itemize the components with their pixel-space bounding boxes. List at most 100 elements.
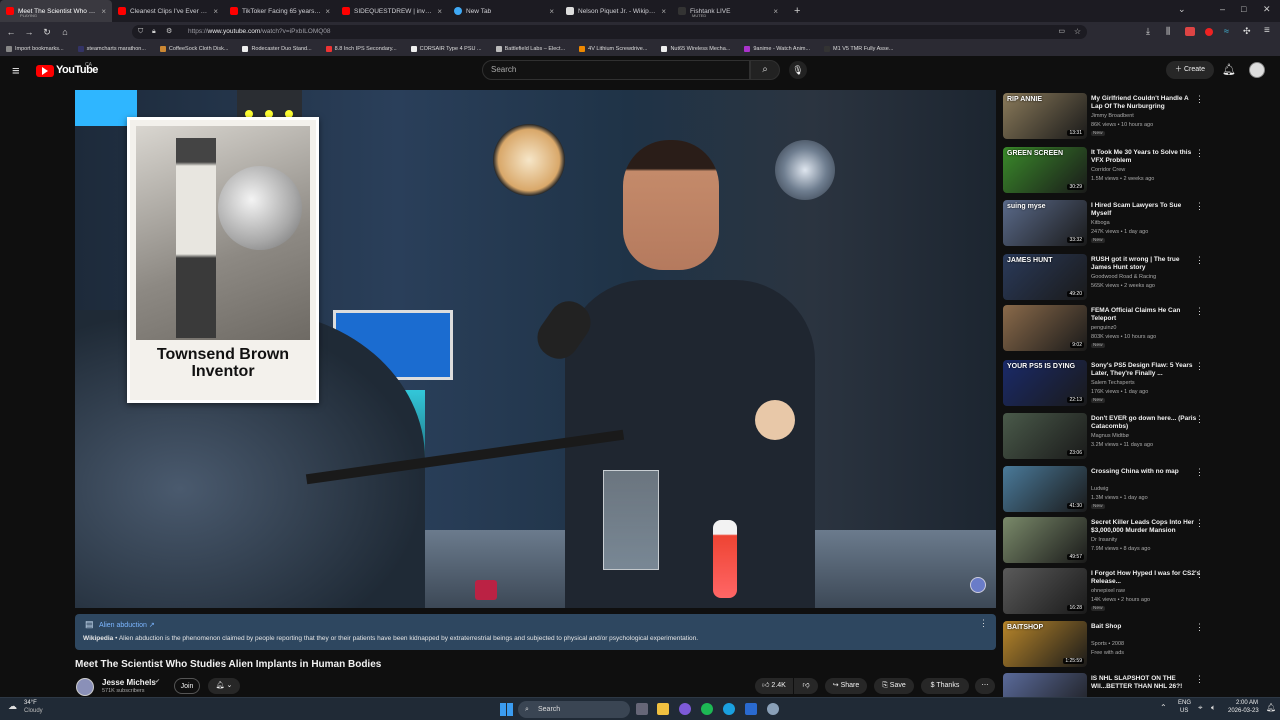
network-icon[interactable]: ⌖ [1198, 703, 1203, 713]
voice-search-button[interactable]: 🎙︎ [789, 61, 807, 79]
reload-icon[interactable]: ↻ [38, 27, 56, 38]
more-options-icon[interactable]: ⋮ [1195, 306, 1204, 317]
more-options-icon[interactable]: ⋮ [1195, 255, 1204, 266]
youtube-logo-icon[interactable] [36, 65, 54, 77]
extension-icon[interactable] [1185, 27, 1195, 36]
video-thumbnail[interactable]: BAITSHOP 1:25:59 [1003, 621, 1087, 667]
video-thumbnail[interactable]: YOUR PS5 IS DYING 22:13 [1003, 360, 1087, 406]
recommendation-item[interactable]: IS NHL SLAPSHOT ON THE WII...BETTER THAN… [1002, 672, 1212, 697]
library-icon[interactable]: ⫼ [1166, 26, 1170, 37]
recommendation-title[interactable]: FEMA Official Claims He Can Teleport [1091, 307, 1201, 323]
task-view-icon[interactable] [636, 703, 648, 715]
search-input[interactable]: Search [482, 60, 750, 80]
browser-tab[interactable]: Nelson Piquet Jr. - Wikipedia × [560, 0, 672, 22]
recommendation-item[interactable]: 49:57 Secret Killer Leads Cops Into Her $… [1002, 516, 1212, 564]
search-button[interactable]: ⌕ [750, 60, 780, 80]
more-options-icon[interactable]: ⋮ [1195, 361, 1204, 372]
video-thumbnail[interactable]: 49:57 [1003, 517, 1087, 563]
recommendation-title[interactable]: Crossing China with no map [1091, 468, 1201, 476]
recommendation-title[interactable]: Bait Shop [1091, 623, 1201, 631]
weather-temp[interactable]: 34°F [24, 700, 37, 706]
browser-tab[interactable]: New Tab × [448, 0, 560, 22]
spotify-icon[interactable] [701, 703, 713, 715]
recommendation-title[interactable]: Don't EVER go down here... (Paris Cataco… [1091, 415, 1201, 431]
recommendation-item[interactable]: 9:02 FEMA Official Claims He Can Teleport… [1002, 304, 1212, 352]
recommendation-channel[interactable]: ohnepixel raw [1091, 588, 1125, 594]
home-icon[interactable]: ⌂ [56, 27, 74, 37]
extension-icon[interactable]: ≈ [1224, 26, 1229, 36]
channel-watermark-icon[interactable] [970, 577, 986, 593]
channel-name[interactable]: Jesse Michels [102, 678, 156, 687]
recommendation-item[interactable]: JAMES HUNT 49:20 RUSH got it wrong | The t… [1002, 253, 1212, 301]
recommendation-title[interactable]: I Forgot How Hyped I was for CS2's Relea… [1091, 570, 1201, 586]
bookmark-star-icon[interactable]: ☆ [1074, 25, 1081, 39]
recommendation-item[interactable]: BAITSHOP 1:25:59 Bait Shop Sports • 2008 Fre… [1002, 620, 1212, 668]
bookmark-item[interactable]: 4V Lithium Screwdrive... [579, 46, 647, 52]
more-options-icon[interactable]: ⋮ [1195, 414, 1204, 425]
bookmark-item[interactable]: M1 V5 TMR Fully Asse... [824, 46, 893, 52]
discord-icon[interactable] [679, 703, 691, 715]
video-player[interactable]: Townsend Brown Inventor [75, 90, 996, 608]
recommendation-channel[interactable]: penguinz0 [1091, 325, 1116, 331]
video-thumbnail[interactable]: 23:06 [1003, 413, 1087, 459]
window-close-icon[interactable]: ✕ [1263, 4, 1271, 15]
taskbar-search[interactable]: ⌕ Search [518, 701, 630, 718]
browser-tab[interactable]: SIDEQUESTDREW | investigate × [336, 0, 448, 22]
back-icon[interactable]: ← [2, 27, 20, 37]
recommendation-channel[interactable]: Goodwood Road & Racing [1091, 274, 1156, 280]
video-thumbnail[interactable] [1003, 673, 1087, 697]
clock-time[interactable]: 2:00 AM [1236, 700, 1258, 706]
close-tab-icon[interactable]: × [213, 7, 218, 16]
start-icon[interactable] [500, 703, 513, 716]
recommendation-title[interactable]: RUSH got it wrong | The true James Hunt … [1091, 256, 1201, 272]
browser-tab[interactable]: Fishtank LIVE MUTED × [672, 0, 784, 22]
more-options-icon[interactable]: ⋮ [1195, 148, 1204, 159]
bookmark-item[interactable]: 9anime - Watch Anim... [744, 46, 810, 52]
record-extension-icon[interactable] [1205, 28, 1213, 36]
notifications-bell-icon[interactable]: 🔔︎ [1222, 63, 1236, 76]
recommendation-channel[interactable]: Sports • 2008 [1091, 641, 1124, 647]
video-thumbnail[interactable]: 41:30 [1003, 466, 1087, 512]
more-options-icon[interactable]: ⋮ [1195, 674, 1204, 685]
lock-icon[interactable]: 🔒︎ [152, 25, 156, 39]
video-thumbnail[interactable]: 9:02 [1003, 305, 1087, 351]
more-actions-button[interactable]: ⋯ [975, 678, 995, 694]
guide-menu-icon[interactable]: ≡ [12, 63, 20, 78]
more-options-icon[interactable]: ⋮ [979, 618, 988, 629]
notification-bell-button[interactable]: 🔔︎ ⌄ [208, 678, 240, 694]
more-options-icon[interactable]: ⋮ [1195, 94, 1204, 105]
bookmark-item[interactable]: CORSAIR Type 4 PSU ... [410, 46, 482, 52]
dislike-button[interactable]: 👎︎ [794, 678, 818, 694]
bookmark-item[interactable]: Rodecaster Duo Stand... [242, 46, 312, 52]
bookmark-item[interactable]: Nut65 Wireless Mecha... [661, 46, 730, 52]
video-thumbnail[interactable]: 16:28 [1003, 568, 1087, 614]
bookmark-item[interactable]: Import bookmarks... [6, 46, 64, 52]
app-icon[interactable] [745, 703, 757, 715]
more-options-icon[interactable]: ⋮ [1195, 569, 1204, 580]
browser-tab[interactable]: TikToker Facing 65 years in Pris × [224, 0, 336, 22]
show-hidden-icons-icon[interactable]: ⌃ [1160, 703, 1167, 712]
browser-tab[interactable]: Cleanest Clips I've Ever Hit.. (Ji × [112, 0, 224, 22]
weather-text[interactable]: Cloudy [24, 708, 43, 714]
recommendation-item[interactable]: 41:30 Crossing China with no map Ludwig 1.3… [1002, 465, 1212, 513]
video-thumbnail[interactable]: GREEN SCREEN 30:29 [1003, 147, 1087, 193]
recommendation-title[interactable]: IS NHL SLAPSHOT ON THE WII...BETTER THAN… [1091, 675, 1201, 691]
reader-view-icon[interactable]: ▭ [1058, 25, 1065, 39]
tab-list-icon[interactable]: ⌄ [1178, 4, 1186, 15]
new-tab-button[interactable]: + [794, 5, 800, 17]
bookmark-item[interactable]: Battlefield Labs – Elect... [495, 46, 565, 52]
bookmark-item[interactable]: CoffeeSock Cloth Disk... [159, 46, 228, 52]
bookmark-item[interactable]: steamcharts marathon... [77, 46, 146, 52]
close-tab-icon[interactable]: × [661, 7, 666, 16]
join-button[interactable]: Join [174, 678, 200, 694]
recommendation-channel[interactable]: Salem Techsperts [1091, 380, 1135, 386]
recommendation-title[interactable]: I Hired Scam Lawyers To Sue Myself [1091, 202, 1201, 218]
address-bar[interactable]: ⛉ 🔒︎ ⚙ https://www.youtube.com/watch?v=i… [132, 25, 1087, 39]
close-tab-icon[interactable]: × [325, 7, 330, 16]
more-options-icon[interactable]: ⋮ [1195, 518, 1204, 529]
browser-tab[interactable]: Meet The Scientist Who Studie PLAYING × [0, 0, 112, 22]
share-button[interactable]: ↪ Share [825, 678, 867, 694]
downloads-icon[interactable]: ⤓ [1146, 26, 1150, 37]
more-options-icon[interactable]: ⋮ [1195, 467, 1204, 478]
more-options-icon[interactable]: ⋮ [1195, 201, 1204, 212]
